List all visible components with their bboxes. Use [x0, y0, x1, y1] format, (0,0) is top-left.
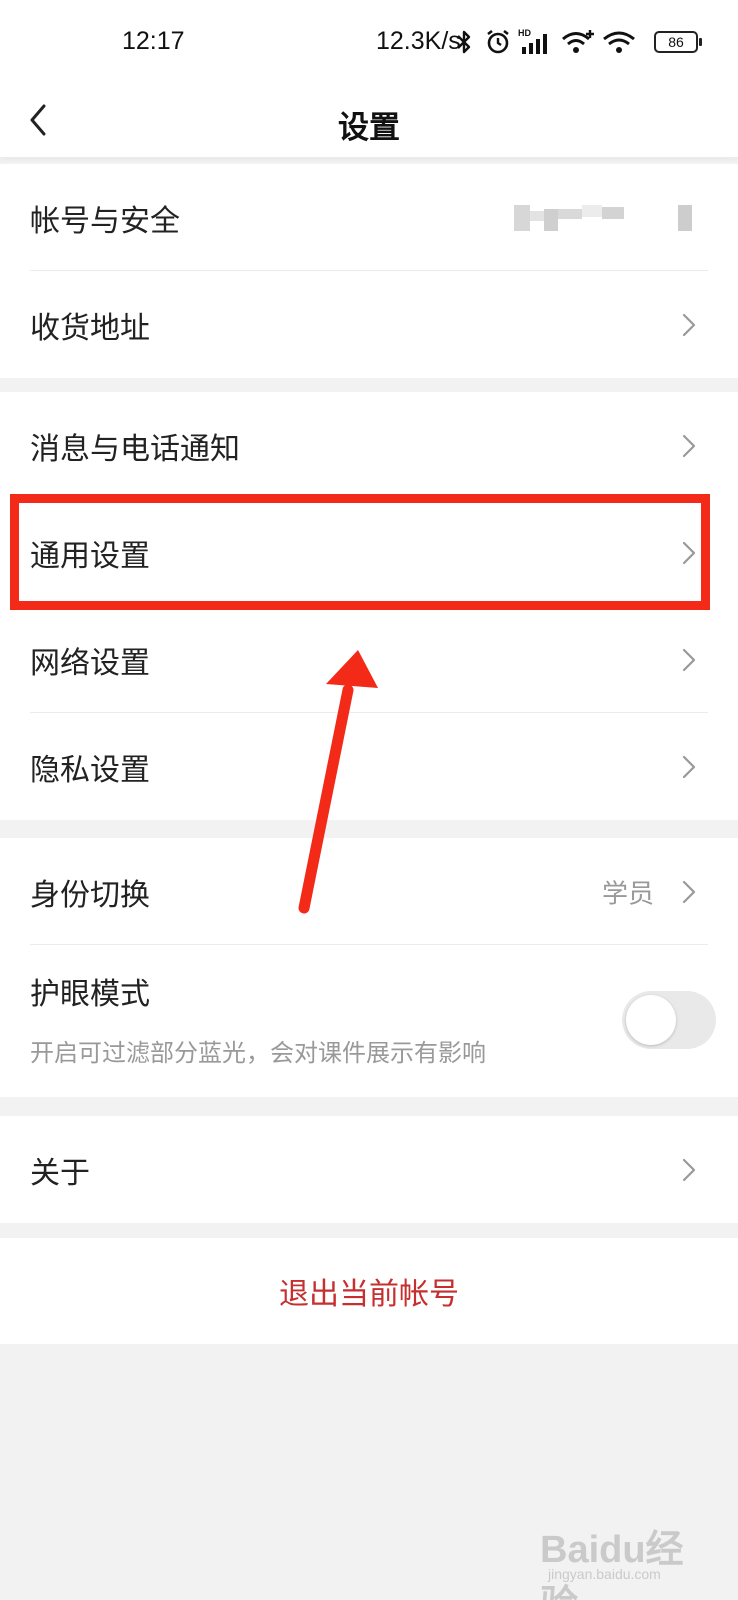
- annotation-arrow: [298, 650, 378, 914]
- highlight-box: [10, 494, 710, 610]
- chevron-right-icon: [682, 755, 696, 778]
- watermark-sub: jingyan.baidu.com: [548, 1566, 661, 1582]
- eye-mode-description: 开启可过滤部分蓝光，会对课件展示有影响: [30, 1039, 486, 1067]
- identity-value: 学员: [601, 879, 654, 909]
- network-settings-label: 网络设置: [30, 645, 150, 681]
- chevron-right-icon: [682, 434, 696, 457]
- wifi-plus-icon: [562, 30, 594, 53]
- about-row[interactable]: 关于: [0, 1116, 738, 1223]
- battery-icon: 86: [654, 31, 702, 53]
- account-security-row[interactable]: 帐号与安全: [0, 164, 738, 271]
- notify-row[interactable]: 消息与电话通知: [0, 392, 738, 499]
- page-title: 设置: [338, 110, 400, 146]
- address-label: 收货地址: [30, 310, 150, 346]
- hd-signal-icon: HD: [518, 28, 547, 54]
- status-time: 12:17: [122, 27, 185, 55]
- about-group: 关于: [0, 1116, 738, 1223]
- privacy-settings-label: 隐私设置: [30, 752, 150, 788]
- eye-mode-toggle[interactable]: [622, 991, 716, 1049]
- account-group: 帐号与安全 收货地址: [0, 164, 738, 378]
- address-row[interactable]: 收货地址: [0, 271, 738, 378]
- redacted-value-mark: [678, 204, 692, 231]
- eye-mode-label: 护眼模式: [30, 977, 150, 1012]
- redacted-account-value: [514, 204, 624, 231]
- identity-switch-label: 身份切换: [30, 877, 150, 913]
- alarm-icon: [487, 29, 509, 54]
- notify-label: 消息与电话通知: [30, 431, 240, 467]
- chevron-right-icon: [682, 648, 696, 671]
- toggle-knob: [626, 995, 676, 1045]
- chevron-right-icon: [682, 1158, 696, 1181]
- chevron-right-icon: [682, 880, 696, 903]
- watermark-logo: Baidu经验 jingyan.baidu.com: [540, 1510, 720, 1600]
- svg-text:HD: HD: [518, 28, 531, 38]
- wifi-icon: [603, 31, 635, 53]
- watermark-text: Baidu经验: [540, 1529, 684, 1600]
- status-bar: 12:17 12.3K/s HD 86: [0, 0, 738, 84]
- eye-mode-row: 护眼模式 开启可过滤部分蓝光，会对课件展示有影响: [0, 945, 738, 1097]
- account-security-label: 帐号与安全: [30, 203, 180, 239]
- logout-label: 退出当前帐号: [279, 1277, 459, 1312]
- chevron-right-icon: [682, 313, 696, 336]
- logout-button[interactable]: 退出当前帐号: [0, 1238, 738, 1344]
- about-label: 关于: [30, 1155, 90, 1191]
- header: 设置: [0, 84, 738, 158]
- bluetooth-icon: [457, 30, 471, 54]
- status-net-speed: 12.3K/s: [376, 27, 461, 55]
